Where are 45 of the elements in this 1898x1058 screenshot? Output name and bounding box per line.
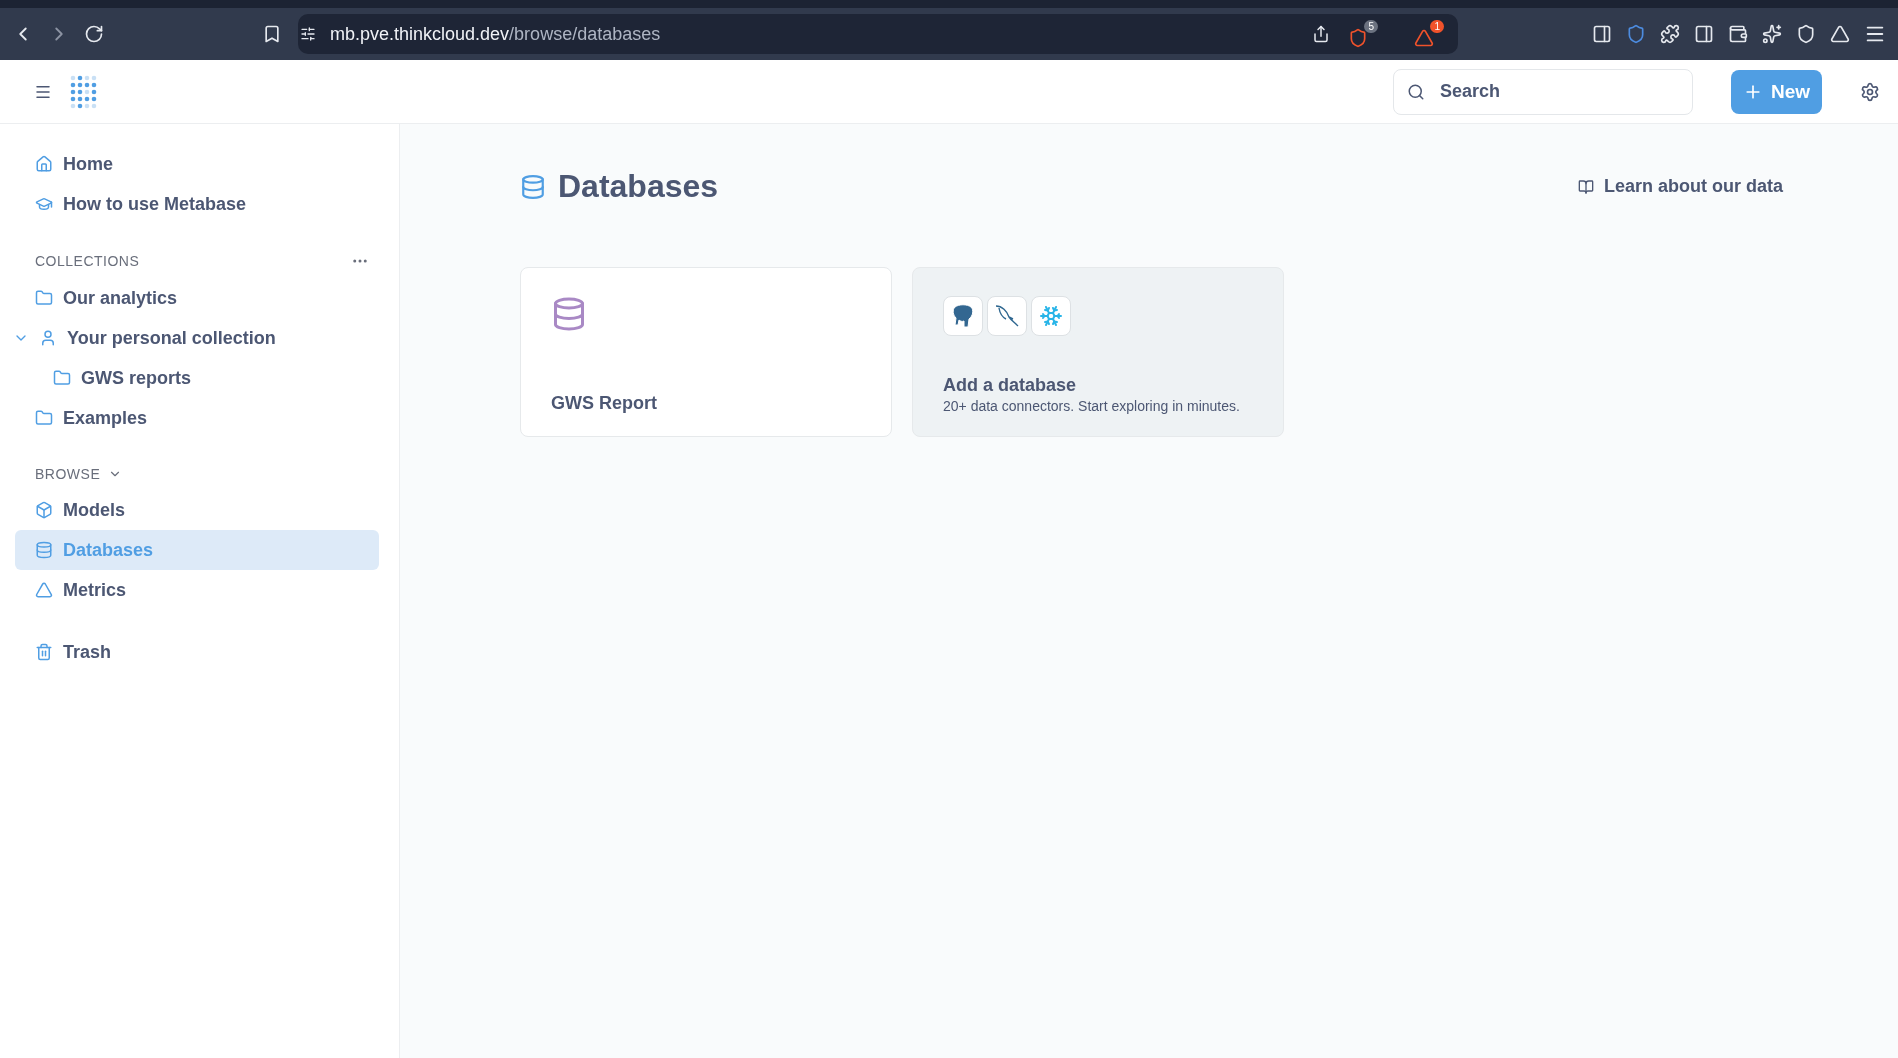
sidebar-icon[interactable] — [1592, 24, 1612, 44]
folder-icon — [53, 369, 71, 387]
sidebar-item[interactable]: Our analytics — [15, 278, 379, 318]
folder-icon — [35, 409, 53, 427]
graduation-cap-icon — [35, 195, 53, 213]
page-title: Databases — [558, 168, 719, 205]
book-icon — [1578, 178, 1594, 195]
sidebar-item[interactable]: Home — [15, 144, 379, 184]
bookmark-icon[interactable] — [262, 24, 282, 44]
trash-icon — [35, 643, 53, 661]
person-icon — [39, 329, 57, 347]
search-field[interactable]: Search — [1392, 68, 1693, 115]
add-database-card[interactable]: Add a database 20+ data connectors. Start exploring in minutes. — [912, 267, 1284, 437]
logo-icon[interactable] — [70, 74, 98, 109]
database-icon — [520, 173, 546, 200]
database-icon — [551, 296, 587, 332]
section-heading: COLLECTIONS — [35, 253, 140, 269]
database-card[interactable]: GWS Report — [520, 267, 892, 437]
sidebar-item[interactable]: GWS reports — [15, 358, 379, 398]
extensions-icon[interactable] — [1660, 24, 1680, 44]
sidebar-item[interactable]: Examples — [15, 398, 379, 438]
card-title: Add a database — [943, 375, 1078, 396]
site-settings-icon[interactable] — [300, 26, 316, 42]
sidebar-item[interactable]: Your personal collection — [15, 318, 379, 358]
database-name: GWS Report — [551, 393, 658, 414]
folder-icon — [35, 289, 53, 307]
reload-icon[interactable] — [84, 24, 104, 44]
database-icon — [35, 541, 53, 559]
wallet-icon[interactable] — [1728, 24, 1748, 44]
sidebar-item[interactable]: How to use Metabase — [15, 184, 379, 224]
home-icon — [35, 155, 53, 173]
learn-link[interactable]: Learn about our data — [1578, 176, 1783, 197]
cube-icon — [35, 501, 53, 519]
url-text: mb.pve.thinkcloud.dev/browse/databases — [330, 23, 661, 45]
section-heading: BROWSE — [35, 466, 101, 482]
sidebar-item[interactable]: Models — [15, 490, 379, 530]
share-icon[interactable] — [1312, 25, 1330, 43]
sidebar-item[interactable]: Metrics — [15, 570, 379, 610]
card-description: 20+ data connectors. Start exploring in minutes. — [943, 398, 1241, 414]
sparkle-icon[interactable] — [1762, 24, 1782, 44]
search-icon — [1406, 82, 1425, 101]
sidebar-item[interactable]: Trash — [15, 632, 379, 672]
snowflake-icon — [1031, 296, 1071, 336]
settings-icon[interactable] — [1860, 81, 1880, 102]
panel-icon[interactable] — [1694, 24, 1714, 44]
